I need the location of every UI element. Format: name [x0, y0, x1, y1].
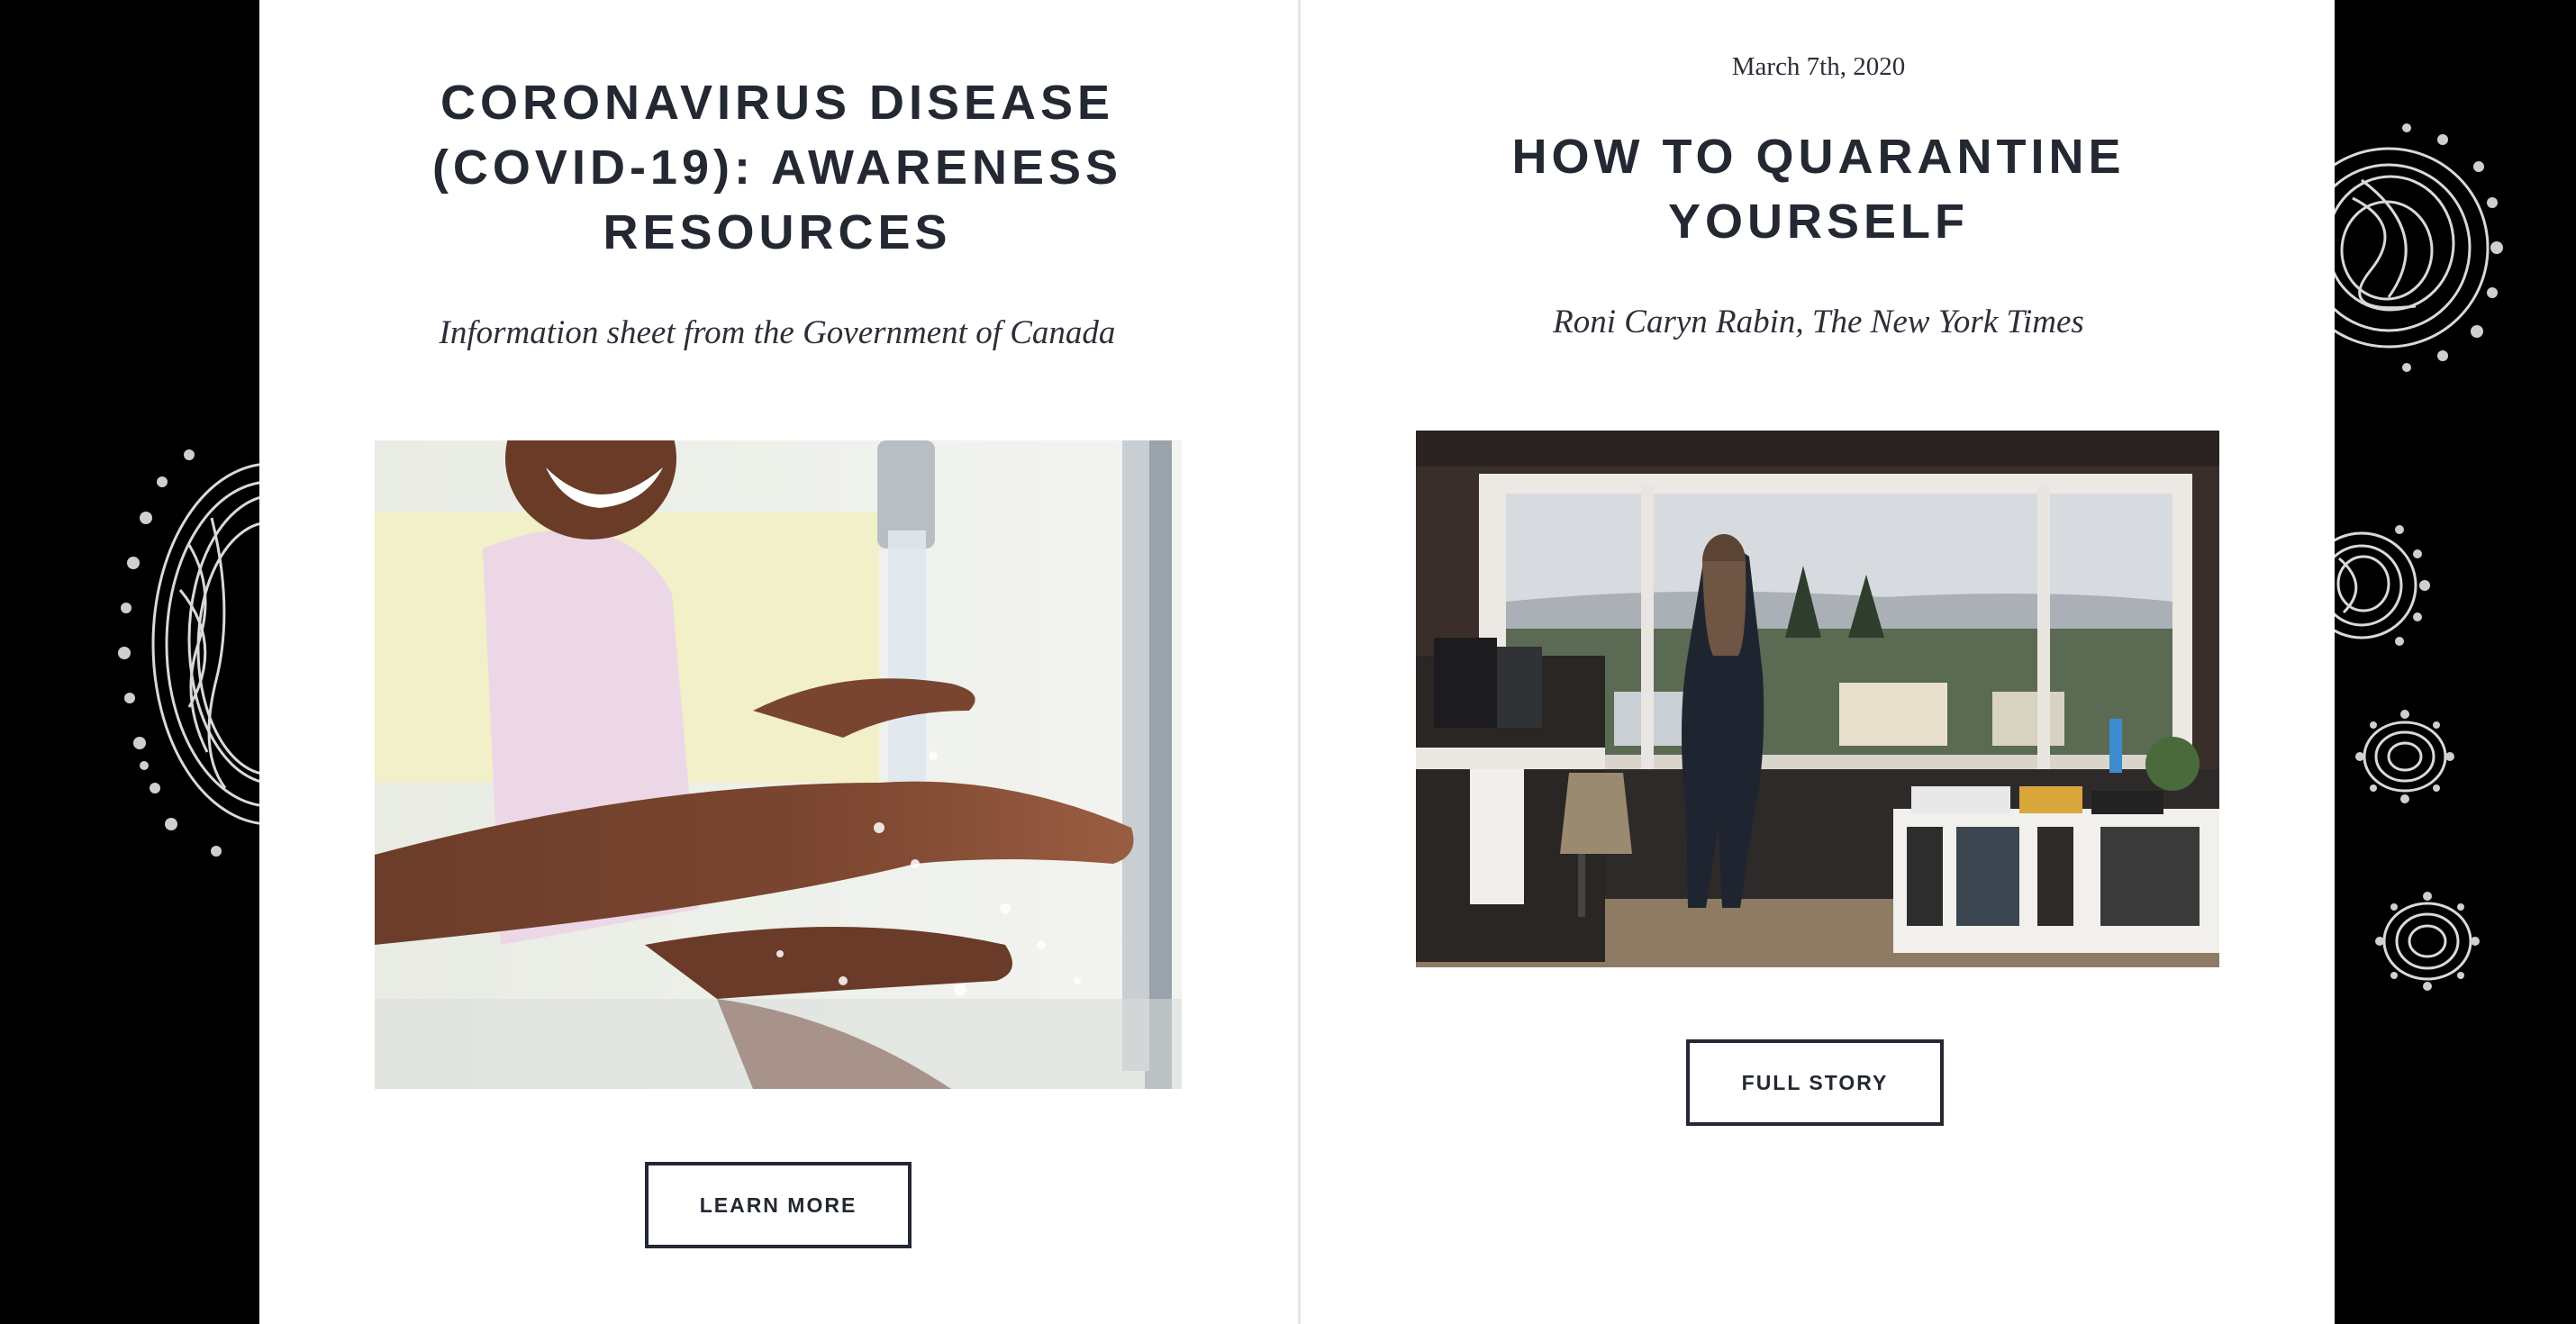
title-line: CORONAVIRUS DISEASE [440, 76, 1115, 130]
virus-illustration-right-medium [2335, 525, 2430, 646]
virus-illustration-right-small-1 [2355, 710, 2454, 803]
article-card-quarantine: March 7th, 2020 HOW TO QUARANTINE YOURSE… [1301, 0, 2336, 1324]
handwashing-image [375, 440, 1182, 1089]
title-line: HOW TO QUARANTINE [1511, 130, 2126, 184]
article-subtitle: Information sheet from the Government of… [439, 314, 1116, 351]
article-title[interactable]: CORONAVIRUS DISEASE (COVID-19): AWARENES… [259, 70, 1295, 265]
virus-illustration-left [118, 449, 261, 857]
quarantine-image [1416, 431, 2219, 967]
content-panel: CORONAVIRUS DISEASE (COVID-19): AWARENES… [259, 0, 2335, 1324]
title-line: RESOURCES [603, 205, 952, 259]
title-line: YOURSELF [1667, 195, 1970, 249]
learn-more-button[interactable]: LEARN MORE [645, 1162, 912, 1248]
article-image-quarantine[interactable] [1416, 431, 2219, 967]
article-image-handwashing[interactable] [375, 440, 1182, 1089]
article-card-awareness-resources: CORONAVIRUS DISEASE (COVID-19): AWARENES… [259, 0, 1295, 1324]
virus-illustration-right-small-2 [2375, 892, 2480, 991]
article-date: March 7th, 2020 [1731, 52, 1906, 81]
full-story-button[interactable]: FULL STORY [1686, 1039, 1944, 1126]
article-subtitle: Roni Caryn Rabin, The New York Times [1553, 304, 2084, 340]
virus-illustration-right-large [2335, 123, 2503, 372]
article-title[interactable]: HOW TO QUARANTINE YOURSELF [1301, 124, 2336, 254]
title-line: (COVID-19): AWARENESS [431, 141, 1123, 195]
page: CORONAVIRUS DISEASE (COVID-19): AWARENES… [0, 0, 2576, 1324]
